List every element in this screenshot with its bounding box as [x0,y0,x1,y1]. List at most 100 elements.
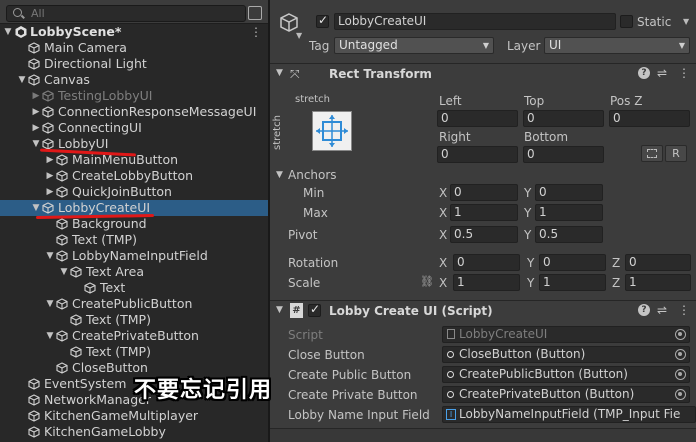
object-picker-icon[interactable] [675,369,686,380]
expand-arrow-right-icon[interactable]: ▶ [30,88,42,104]
hierarchy-item[interactable]: ▼ CreatePublicButton [0,296,268,312]
pivot-x-axis: X [439,228,448,242]
gameobject-cube-icon [84,282,96,294]
object-picker-icon[interactable] [675,349,686,360]
expand-arrow-right-icon[interactable]: ▶ [44,168,56,184]
pivot-y-field[interactable]: 0.5 [535,226,603,243]
script-enabled-checkbox[interactable] [308,302,321,317]
search-options-icon[interactable] [248,6,262,20]
object-picker-icon[interactable] [675,389,686,400]
rect-transform-header[interactable]: ▼ ⤧ Rect Transform ? ⇌ ⋮ [270,63,696,85]
rect-transform-icon: ⤧ [290,67,300,81]
video-subtitle: 不要忘记引用 [134,378,273,403]
max-y-field[interactable]: 1 [535,204,603,221]
bottom-label: Bottom [524,130,569,144]
expand-arrow-right-icon[interactable]: ▶ [30,120,42,136]
hierarchy-item[interactable]: ▶ QuickJoinButton [0,184,268,200]
top-field[interactable]: 0 [523,110,604,127]
hierarchy-item[interactable]: Text (TMP) [0,312,268,328]
hierarchy-item[interactable]: ▶ TestingLobbyUI [0,88,268,104]
hierarchy-item[interactable]: ▼ Canvas [0,72,268,88]
hierarchy-item[interactable]: ▶ ConnectionResponseMessageUI [0,104,268,120]
expand-arrow-down-icon[interactable]: ▼ [16,72,28,88]
tag-dropdown[interactable]: Untagged ▼ [334,37,494,54]
hierarchy-item[interactable]: Text (TMP) [0,344,268,360]
bottom-field[interactable]: 0 [523,146,604,163]
object-name-field[interactable]: LobbyCreateUI [334,13,616,30]
close-button-value: CloseButton (Button) [459,347,586,361]
hierarchy-item[interactable]: ▼ CreatePrivateButton [0,328,268,344]
expand-arrow-down-icon[interactable]: ▼ [30,200,42,216]
rot-z-field[interactable]: 0 [625,254,691,271]
hierarchy-search-input[interactable]: All [6,5,246,22]
hierarchy-item[interactable]: ▼ Text Area [0,264,268,280]
hierarchy-item[interactable]: ▶ ConnectingUI [0,120,268,136]
context-menu-icon[interactable]: ⋮ [678,303,690,317]
rot-y-field[interactable]: 0 [539,254,606,271]
presets-icon[interactable]: ⇌ [657,66,667,80]
hierarchy-item[interactable]: Main Camera [0,40,268,56]
script-component-header[interactable]: ▼ # Lobby Create UI (Script) ? ⇌ ⋮ [270,300,696,322]
lobby-name-input-value: LobbyNameInputField (TMP_Input Fie [459,407,681,421]
context-menu-icon[interactable]: ⋮ [678,66,690,80]
constrain-proportions-icon[interactable]: ⛓ [420,275,434,288]
min-y-field[interactable]: 0 [535,184,603,201]
expand-arrow-down-icon[interactable]: ▼ [2,24,14,40]
create-private-value: CreatePrivateButton (Button) [459,387,635,401]
static-checkbox[interactable] [620,15,633,28]
pivot-x-field[interactable]: 0.5 [450,226,518,243]
hierarchy-item-label: CreateLobbyButton [72,168,194,183]
expand-arrow-right-icon[interactable]: ▶ [44,152,56,168]
hierarchy-item[interactable]: Text [0,280,268,296]
layer-dropdown[interactable]: UI ▼ [544,37,690,54]
hierarchy-item[interactable]: KitchenGameMultiplayer [0,408,268,424]
foldout-arrow-icon[interactable]: ▼ [276,68,283,78]
active-checkbox[interactable] [316,13,329,28]
close-button-field[interactable]: CloseButton (Button) [442,346,690,363]
raw-edit-button[interactable]: R [665,145,687,162]
lobby-name-input-field[interactable]: I LobbyNameInputField (TMP_Input Fie [442,406,696,423]
script-label: Script [288,328,323,342]
hierarchy-item[interactable]: ▼ LobbyNameInputField [0,248,268,264]
gameobject-cube-icon [56,154,68,166]
expand-arrow-down-icon[interactable]: ▼ [44,328,56,344]
scene-menu-icon[interactable]: ⋮ [250,24,262,40]
top-label: Top [524,94,545,108]
scale-z-field[interactable]: 1 [625,274,691,291]
posz-field[interactable]: 0 [609,110,690,127]
gameobject-cube-icon [28,378,40,390]
static-dropdown-caret-icon[interactable]: ▼ [683,17,689,26]
blueprint-mode-button[interactable] [641,145,663,162]
hierarchy-item-label: KitchenGameMultiplayer [44,408,199,423]
expand-arrow-down-icon[interactable]: ▼ [44,248,56,264]
left-field[interactable]: 0 [437,110,518,127]
create-private-field[interactable]: CreatePrivateButton (Button) [442,386,690,403]
hierarchy-item[interactable]: KitchenGameLobby [0,424,268,440]
max-x-field[interactable]: 1 [450,204,518,221]
expand-arrow-down-icon[interactable]: ▼ [58,264,70,280]
gameobject-cube-icon [56,234,68,246]
right-field[interactable]: 0 [437,146,518,163]
presets-icon[interactable]: ⇌ [657,303,667,317]
scale-y-field[interactable]: 1 [539,274,606,291]
search-icon [13,8,22,17]
anchor-preset-button[interactable] [312,111,352,151]
expand-arrow-right-icon[interactable]: ▶ [44,184,56,200]
hierarchy-item[interactable]: ▶ CreateLobbyButton [0,168,268,184]
script-field: LobbyCreateUI [442,326,690,343]
anchors-foldout-icon[interactable]: ▼ [276,170,283,180]
help-icon[interactable]: ? [638,67,650,79]
expand-arrow-down-icon[interactable]: ▼ [44,296,56,312]
scene-row[interactable]: ▼ ⋮ LobbyScene* [0,24,268,40]
hierarchy-item[interactable]: Text (TMP) [0,232,268,248]
hierarchy-item[interactable]: Directional Light [0,56,268,72]
inspector-panel: ▼ LobbyCreateUI Static ▼ Tag Untagged ▼ L… [270,0,696,442]
icon-dropdown-caret-icon[interactable]: ▼ [296,31,302,40]
rot-x-field[interactable]: 0 [453,254,520,271]
expand-arrow-right-icon[interactable]: ▶ [30,104,42,120]
create-public-field[interactable]: CreatePublicButton (Button) [442,366,690,383]
min-x-field[interactable]: 0 [450,184,518,201]
foldout-arrow-icon[interactable]: ▼ [276,305,283,315]
help-icon[interactable]: ? [638,304,650,316]
scale-x-field[interactable]: 1 [453,274,520,291]
